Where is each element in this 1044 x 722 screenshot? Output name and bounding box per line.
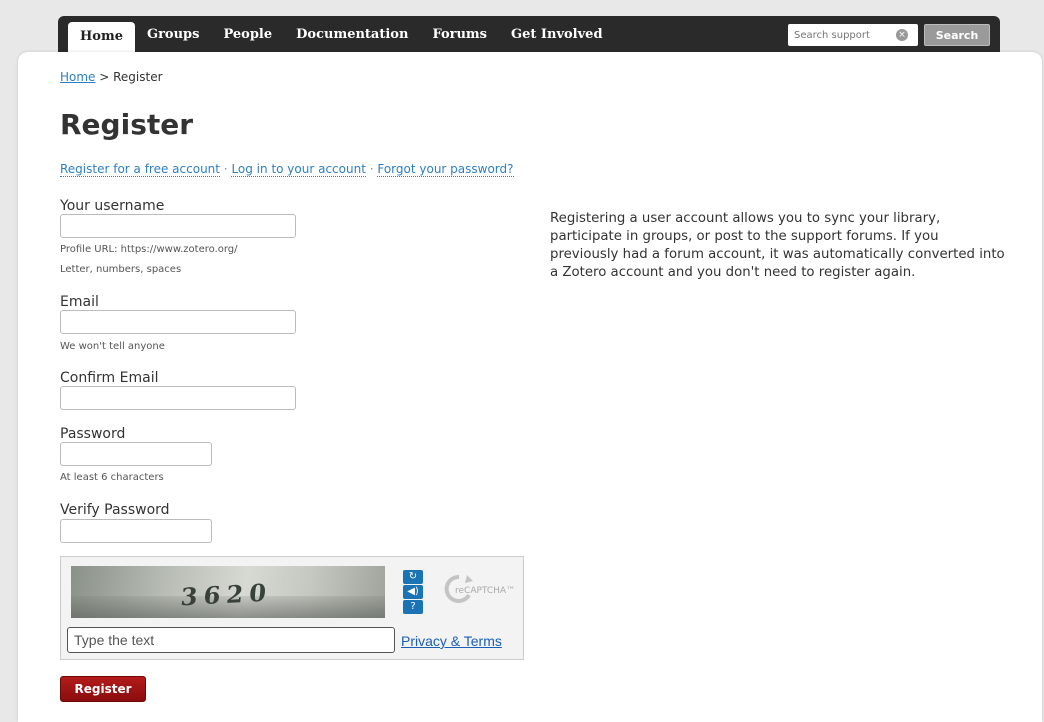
recaptcha-logo-icon: reCAPTCHA™: [444, 574, 515, 603]
forgot-password-link[interactable]: Forgot your password?: [377, 162, 514, 177]
support-search-box: ×: [788, 24, 918, 46]
captcha-widget: 3620 ↻ ◀) ? reCAPTCHA™ Type the text Pri…: [60, 556, 524, 660]
captcha-privacy-terms-link[interactable]: Privacy & Terms: [401, 633, 502, 649]
help-icon[interactable]: ?: [403, 600, 423, 614]
nav-item-home[interactable]: Home: [68, 22, 135, 52]
audio-icon[interactable]: ◀): [403, 585, 423, 599]
recaptcha-logo-text: reCAPTCHA™: [455, 586, 515, 596]
captcha-image-text: 3620: [179, 577, 274, 612]
nav-item-forums[interactable]: Forums: [420, 16, 499, 52]
verify-password-label: Verify Password: [60, 502, 170, 518]
captcha-response-input[interactable]: Type the text: [67, 627, 395, 653]
username-input[interactable]: [60, 214, 296, 238]
password-label: Password: [60, 426, 126, 442]
login-link[interactable]: Log in to your account: [231, 162, 366, 177]
email-label: Email: [60, 294, 99, 310]
support-search-button[interactable]: Search: [924, 24, 990, 46]
breadcrumb-current: Register: [113, 70, 163, 84]
username-label: Your username: [60, 198, 165, 214]
refresh-icon[interactable]: ↻: [403, 570, 423, 584]
password-hint: At least 6 characters: [60, 472, 164, 483]
registration-info-text: Registering a user account allows you to…: [550, 211, 1005, 280]
username-hint-chars: Letter, numbers, spaces: [60, 264, 182, 275]
nav-item-people[interactable]: People: [211, 16, 284, 52]
captcha-controls: ↻ ◀) ?: [403, 570, 423, 615]
breadcrumb-separator: >: [95, 70, 114, 84]
password-input[interactable]: [60, 442, 212, 466]
email-input[interactable]: [60, 310, 296, 334]
confirm-email-input[interactable]: [60, 386, 296, 410]
register-account-link[interactable]: Register for a free account: [60, 162, 220, 177]
captcha-image: 3620: [71, 566, 385, 618]
link-separator: ·: [219, 162, 232, 176]
register-button[interactable]: Register: [60, 676, 146, 702]
page-title: Register: [60, 108, 194, 141]
support-search-input[interactable]: [788, 25, 892, 45]
breadcrumb: Home > Register: [60, 70, 163, 84]
username-hint-url: Profile URL: https://www.zotero.org/: [60, 244, 238, 255]
verify-password-input[interactable]: [60, 519, 212, 543]
circle-x-icon[interactable]: ×: [896, 29, 908, 41]
account-links: Register for a free account · Log in to …: [60, 162, 514, 177]
nav-item-documentation[interactable]: Documentation: [284, 16, 420, 52]
email-hint: We won't tell anyone: [60, 341, 165, 352]
nav-item-groups[interactable]: Groups: [135, 16, 211, 52]
link-separator: ·: [365, 162, 378, 176]
confirm-email-label: Confirm Email: [60, 370, 159, 386]
nav-item-get-involved[interactable]: Get Involved: [499, 16, 615, 52]
breadcrumb-home-link[interactable]: Home: [60, 70, 95, 84]
top-nav: Home Groups People Documentation Forums …: [58, 16, 1000, 52]
